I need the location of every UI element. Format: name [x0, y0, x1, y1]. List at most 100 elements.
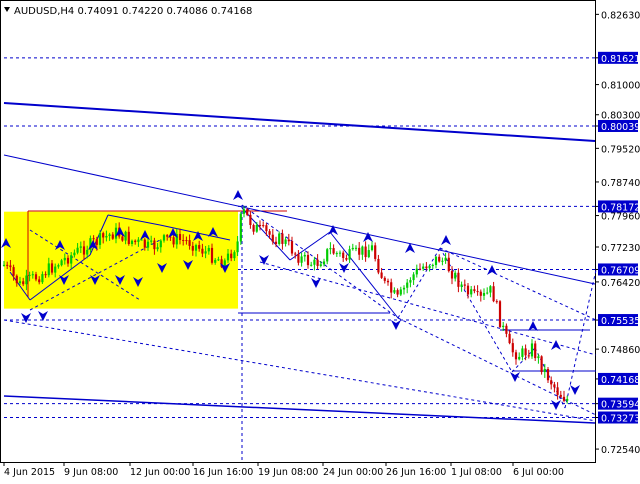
candle-body — [70, 255, 73, 264]
wave-line — [397, 247, 441, 319]
candle-body — [284, 239, 287, 244]
candle-body — [226, 253, 230, 261]
price-label: 0.73594 — [601, 400, 640, 411]
candle-body — [265, 225, 268, 232]
candle-body — [390, 282, 393, 293]
candle-body — [444, 257, 447, 261]
time-label: 9 Jun 08:00 — [64, 467, 118, 478]
candle-body — [495, 301, 498, 303]
candle-body — [313, 259, 316, 265]
candle-body — [425, 266, 428, 269]
candle-body — [6, 264, 9, 266]
candle-body — [367, 250, 370, 258]
candle-body — [108, 234, 111, 236]
fractal-up-icon — [551, 340, 561, 350]
candle-body — [521, 348, 524, 357]
candle-body — [380, 272, 383, 278]
candle-body — [386, 280, 390, 283]
candle-body — [178, 234, 182, 240]
candle-body — [130, 240, 134, 244]
candle-body — [415, 268, 418, 275]
candle-body — [431, 264, 434, 267]
candle-body — [287, 239, 290, 242]
candle-body — [338, 252, 342, 254]
candle-body — [550, 380, 553, 385]
fractal-down-icon — [21, 313, 31, 323]
fractal-up-icon — [441, 235, 451, 245]
candle-body — [143, 239, 146, 248]
candle-body — [182, 239, 185, 241]
candle-body — [486, 292, 489, 294]
price-tick-label: 0.76420 — [601, 278, 640, 289]
candle-body — [271, 234, 274, 242]
candle-body — [50, 263, 54, 273]
price-label: 0.75535 — [601, 316, 640, 327]
candle-body — [281, 233, 284, 244]
candle-body — [450, 271, 454, 279]
time-label: 6 Jul 00:00 — [513, 467, 564, 478]
candle-body — [198, 245, 201, 249]
candle-body — [105, 235, 108, 238]
candle-body — [505, 325, 508, 334]
price-tick-label: 0.77230 — [601, 243, 640, 254]
candle-body — [466, 285, 470, 295]
candle-body — [540, 356, 543, 373]
candle-body — [310, 264, 313, 266]
time-label: 4 Jun 2015 — [4, 467, 55, 478]
candle-body — [399, 289, 402, 295]
channel-mid-dashed — [259, 261, 597, 356]
candle-body — [166, 235, 169, 237]
candle-body — [377, 258, 380, 273]
wave-solid — [289, 231, 331, 261]
candle-body — [153, 240, 156, 250]
collapse-triangle-icon[interactable] — [4, 7, 10, 12]
wave-line — [439, 247, 513, 373]
candle-body — [121, 236, 124, 241]
price-tick-label: 0.74860 — [601, 345, 640, 356]
candle-body — [297, 254, 300, 263]
candle-body — [172, 237, 175, 245]
price-tick-label: 0.79520 — [601, 144, 640, 155]
candle-body — [479, 291, 482, 296]
candle-body — [482, 293, 486, 296]
symbol-info: AUDUSD,H4 0.74091 0.74220 0.74086 0.7416… — [14, 6, 252, 17]
wave-solid — [329, 231, 399, 319]
time-label: 1 Jul 08:00 — [451, 467, 502, 478]
candle-body — [159, 240, 162, 248]
candle-body — [268, 231, 271, 235]
candle-body — [463, 284, 466, 286]
candle-body — [188, 240, 191, 246]
candle-body — [63, 257, 66, 261]
candle-body — [134, 240, 137, 242]
candle-body — [329, 248, 332, 250]
candle-body — [44, 274, 47, 276]
candle-body — [402, 287, 406, 290]
price-label: 0.76709 — [601, 265, 640, 276]
candle-body — [15, 275, 18, 284]
candle-body — [537, 356, 540, 359]
price-chart[interactable]: AUDUSD,H4 0.74091 0.74220 0.74086 0.7416… — [0, 0, 640, 480]
candle-body — [124, 231, 127, 241]
candle-body — [447, 257, 450, 272]
candle-body — [348, 249, 351, 260]
channel-up-dashed — [439, 247, 597, 321]
fractal-down-icon — [339, 263, 349, 273]
fractal-down-icon — [391, 320, 401, 330]
candle-body — [239, 213, 242, 242]
candle-body — [258, 224, 262, 226]
price-tick-label: 0.77960 — [601, 212, 640, 223]
candle-body — [358, 247, 361, 255]
candle-body — [530, 343, 534, 357]
candle-body — [498, 301, 502, 327]
candle-body — [207, 247, 210, 252]
candle-body — [204, 251, 207, 254]
candle-body — [278, 233, 281, 245]
candle-body — [9, 265, 12, 268]
candle-body — [60, 260, 63, 266]
candle-body — [54, 266, 57, 273]
candle-body — [217, 259, 220, 261]
candle-body — [428, 266, 431, 269]
candle-body — [434, 256, 438, 265]
candle-body — [492, 286, 495, 302]
fractal-down-icon — [311, 278, 321, 288]
